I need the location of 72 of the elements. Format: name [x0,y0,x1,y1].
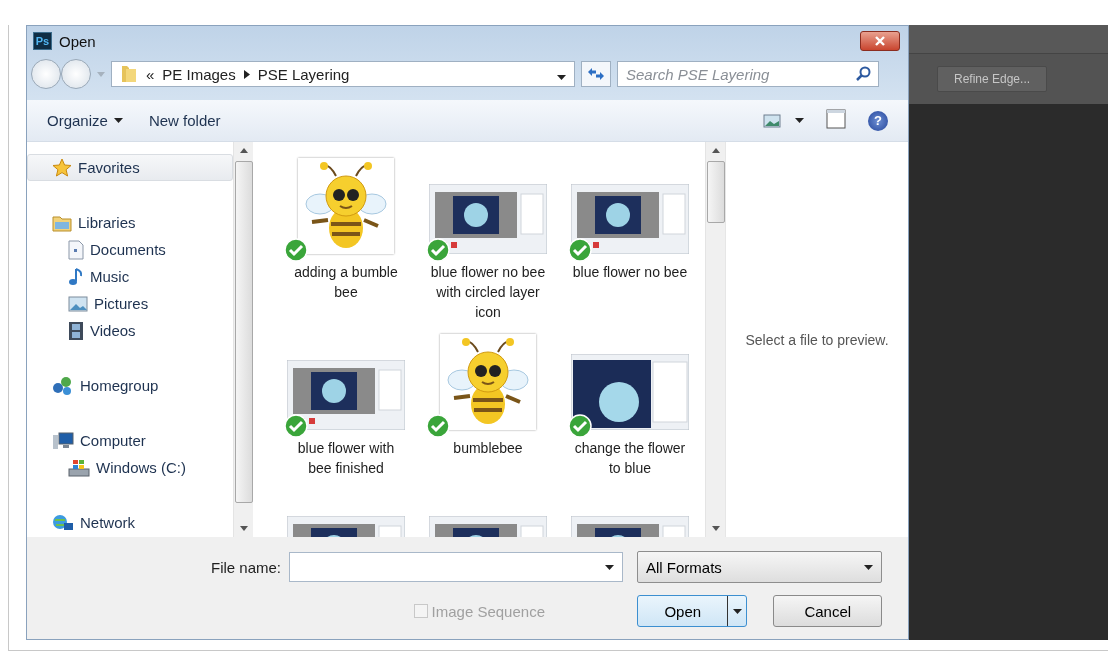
file-name[interactable]: blue flower with bee finished [288,438,404,478]
file-name[interactable]: blue flower no bee [572,262,688,282]
file-name[interactable]: change the flower to blue [572,438,688,478]
sidebar-item[interactable]: Music [27,263,233,290]
preview-pane-button[interactable] [826,109,846,132]
file-name-label: File name: [210,558,281,576]
film-icon [68,320,84,341]
sidebar-item[interactable]: Computer [27,427,233,454]
music-note-icon [68,266,84,287]
chevron-icon [243,69,250,79]
caret-icon [732,608,742,614]
forward-button[interactable] [61,59,91,89]
search-icon [856,66,871,81]
history-caret-icon[interactable] [97,71,105,77]
scrollbar[interactable] [705,142,725,537]
image-sequence-label: Image Sequence [431,602,545,620]
caret-icon [795,118,804,123]
file-name[interactable]: blue flower no bee with circled layer icon [430,262,546,322]
app-logo: Ps [33,32,52,50]
address-bar[interactable]: « PE Images PSE Layering [111,61,575,87]
new-folder-button[interactable]: New folder [142,108,227,133]
refresh-button[interactable] [581,61,611,87]
file-name[interactable]: adding a bumble bee [288,262,404,302]
sidebar-item[interactable]: Pictures [27,290,233,317]
caret-icon [113,118,123,123]
pane-icon [826,109,846,129]
refine-edge-button[interactable]: Refine Edge... [937,66,1048,92]
sidebar-item[interactable]: Videos [27,317,233,344]
open-button[interactable]: Open [637,595,748,627]
overflow-marker[interactable]: « [146,65,155,83]
computer-icon [52,430,74,451]
organize-menu[interactable]: Organize [41,108,129,133]
cancel-button[interactable]: Cancel [773,595,882,627]
homegroup-icon [52,375,74,396]
format-dropdown[interactable]: All Formats [637,551,882,583]
preview-message: Select a file to preview. [745,331,889,348]
library-icon [52,213,72,232]
network-icon [52,512,74,533]
scroll-thumb[interactable] [706,161,725,223]
sidebar-item[interactable]: Libraries [27,209,233,236]
search-field[interactable]: Search PSE Layering [617,61,879,87]
scroll-thumb[interactable] [234,161,253,503]
scrollbar[interactable] [233,142,253,537]
help-button[interactable]: ? [868,110,888,131]
view-menu[interactable] [763,113,804,128]
file-name[interactable]: bumblebee [430,438,546,458]
caret-icon [557,74,566,80]
window-title: Open [59,32,96,50]
view-icon [763,113,781,128]
folder-icon [120,64,138,84]
close-icon [875,36,885,46]
sidebar-item[interactable]: Homegroup [27,372,233,399]
drive-icon [68,457,90,478]
caret-icon [864,564,873,570]
scroll-down-icon[interactable] [239,526,248,531]
scroll-up-icon[interactable] [239,148,248,153]
file-name-field[interactable] [289,552,623,582]
caret-icon [605,564,614,570]
back-button[interactable] [31,59,61,89]
sidebar-item[interactable]: Documents [27,236,233,263]
picture-icon [68,295,88,312]
scroll-up-icon[interactable] [711,148,720,153]
sidebar-item[interactable]: Favorites [27,154,233,181]
scroll-down-icon[interactable] [711,526,720,531]
breadcrumb[interactable]: PSE Layering [257,65,350,83]
refresh-icon [587,67,605,81]
document-icon [68,239,84,260]
sidebar-item[interactable]: Windows (C:) [27,454,233,481]
sidebar-item[interactable]: Network [27,509,233,536]
star-icon [52,157,72,178]
close-button[interactable] [860,31,900,51]
breadcrumb[interactable]: PE Images [162,65,236,83]
